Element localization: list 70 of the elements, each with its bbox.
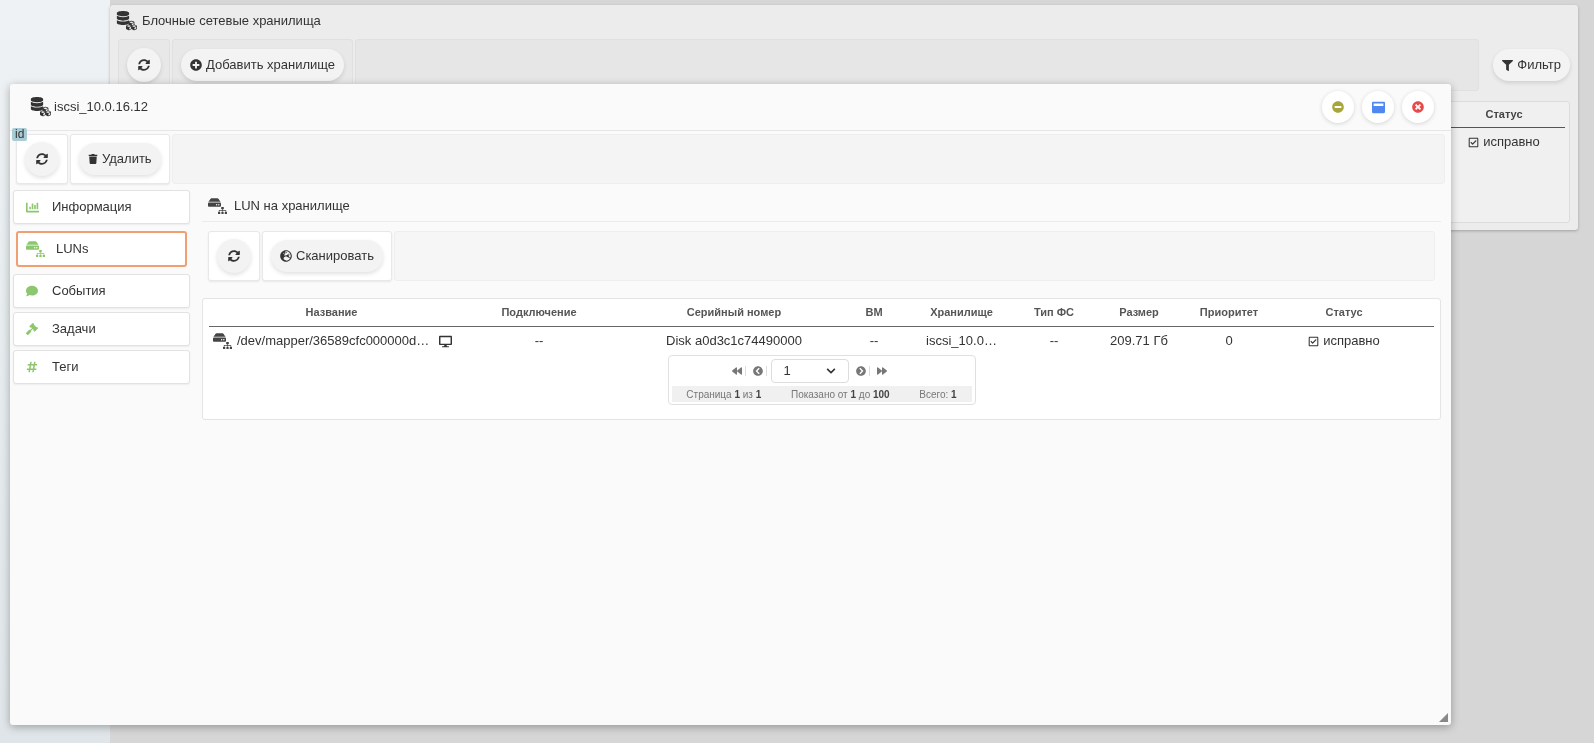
window-title: Блочные сетевые хранилища [142, 12, 321, 31]
monitor-icon[interactable] [439, 334, 452, 348]
table-cell-text: -- [869, 332, 879, 351]
refresh-button[interactable] [217, 239, 251, 273]
close-icon [1412, 101, 1424, 113]
id-badge: id [12, 128, 28, 141]
last-icon [876, 366, 887, 376]
table-cell-text: -- [1049, 332, 1059, 351]
trash-icon [88, 153, 98, 164]
table-cell-text: исправно [1483, 133, 1540, 152]
pagination-info: Всего: 1 [919, 387, 957, 402]
sidebar-item[interactable]: Информация [13, 190, 190, 224]
chevron-right-icon [855, 366, 866, 376]
drive-icon [213, 331, 233, 351]
refresh-icon [36, 152, 48, 165]
page-select[interactable]: 1 [770, 359, 849, 383]
chevron-left-icon [752, 366, 763, 376]
hashtag-icon [26, 361, 38, 373]
column-header: Хранилище [930, 305, 993, 321]
column-header: Серийный номер [686, 305, 782, 321]
maximize-button[interactable] [1362, 91, 1394, 123]
globe-icon [280, 250, 292, 262]
pagination-info: Показано от 1 до 100 [790, 387, 890, 402]
panel-title: LUN на хранилище [234, 196, 350, 215]
table-cell-text: /dev/mapper/36589cfc000000d… [237, 332, 430, 351]
column-header: Название [305, 305, 358, 321]
check-icon [1468, 136, 1480, 148]
delete-button[interactable]: Удалить [79, 142, 161, 175]
table-cell-text: 209.71 Гб [1110, 332, 1168, 351]
column-header: Подключение [501, 305, 577, 321]
refresh-icon [138, 59, 150, 71]
pagination-info: Страница 1 из 1 [686, 387, 762, 402]
drive-icon [26, 239, 46, 259]
window-icon [1371, 100, 1385, 114]
first-icon [731, 366, 742, 376]
refresh-icon [228, 250, 240, 262]
column-header: Приоритет [1199, 305, 1259, 321]
sidebar-item[interactable]: LUNs [16, 231, 187, 267]
filter-button[interactable]: Фильтр [1493, 49, 1570, 81]
minus-icon [1332, 101, 1344, 113]
scan-button[interactable]: Сканировать [271, 240, 383, 272]
close-button[interactable] [1402, 91, 1434, 123]
window-title: iscsi_10.0.16.12 [54, 98, 148, 117]
table-cell-text: Disk a0d3c1c74490000 [666, 332, 802, 351]
filter-icon [1502, 59, 1514, 71]
table-cell-text: 0 [1225, 332, 1233, 351]
plus-icon [190, 59, 202, 71]
column-header: Размер [1119, 305, 1159, 321]
database-icon [116, 11, 138, 31]
chevron-down-icon [825, 366, 836, 376]
column-header: Тип ФС [1033, 305, 1075, 321]
gavel-icon [26, 323, 38, 335]
comment-icon [26, 285, 38, 297]
table-cell-text: -- [534, 332, 544, 351]
drive-icon [208, 195, 228, 216]
column-header: Статус [1325, 305, 1363, 321]
resize-handle-icon[interactable] [1439, 713, 1448, 722]
minimize-button[interactable] [1322, 91, 1354, 123]
refresh-button[interactable] [25, 141, 59, 176]
table-cell-text: iscsi_10.0… [926, 332, 997, 351]
database-icon [30, 97, 52, 117]
sidebar-item[interactable]: События [13, 274, 190, 308]
sidebar-item[interactable]: Теги [13, 350, 190, 384]
column-header: ВМ [865, 305, 883, 321]
table-cell-text: исправно [1323, 332, 1380, 351]
chart-icon [25, 200, 39, 214]
add-storage-button[interactable]: Добавить хранилище [181, 49, 345, 81]
sidebar-item[interactable]: Задачи [13, 312, 190, 346]
check-icon [1308, 335, 1320, 347]
refresh-button[interactable] [127, 48, 161, 82]
